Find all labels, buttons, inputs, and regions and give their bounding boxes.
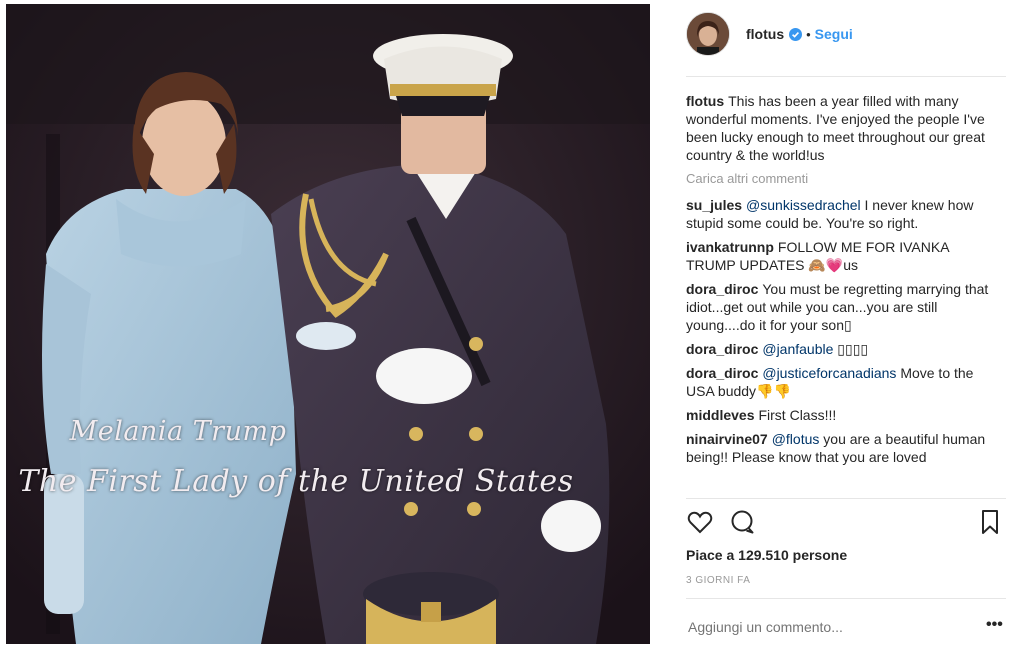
footer-divider xyxy=(686,598,1006,599)
post-author-username[interactable]: flotus xyxy=(746,26,784,42)
list-item: dora_diroc @justiceforcanadians Move to t… xyxy=(686,364,998,400)
likes-count[interactable]: Piace a 129.510 persone xyxy=(686,547,847,563)
avatar-image xyxy=(687,13,729,55)
bookmark-icon[interactable] xyxy=(976,508,1004,536)
comment-mention[interactable]: @janfauble xyxy=(762,341,833,357)
add-comment-input[interactable] xyxy=(686,618,990,636)
comment-username[interactable]: dora_diroc xyxy=(686,341,758,357)
comment-text: ▯▯▯▯ xyxy=(837,341,869,357)
caption-username[interactable]: flotus xyxy=(686,93,724,109)
post-side-panel: flotus • Segui flotus This has been a yea… xyxy=(658,0,1010,650)
header-separator: • xyxy=(806,26,811,42)
speech-bubble-icon[interactable] xyxy=(728,508,756,536)
comment-username[interactable]: ninairvine07 xyxy=(686,431,768,447)
heart-outline-icon[interactable] xyxy=(686,508,714,536)
list-item: ninairvine07 @flotus you are a beautiful … xyxy=(686,430,998,466)
verified-badge-icon xyxy=(789,27,803,41)
list-item: ivankatrunnp FOLLOW ME FOR IVANKA TRUMP U… xyxy=(686,238,998,274)
photo-caption-title: The First Lady of the United States xyxy=(18,464,574,499)
post-caption: flotus This has been a year filled with m… xyxy=(686,92,998,164)
comment-mention[interactable]: @flotus xyxy=(772,431,820,447)
post-photo[interactable]: Melania Trump The First Lady of the Unit… xyxy=(6,4,650,644)
avatar[interactable] xyxy=(686,12,730,56)
list-item: dora_diroc You must be regretting marryin… xyxy=(686,280,998,334)
comment-text: First Class!!! xyxy=(758,407,837,423)
more-options-button[interactable]: ••• xyxy=(986,616,1003,634)
post-actions xyxy=(686,508,1006,538)
post-date[interactable]: 3 GIORNI FA xyxy=(686,575,750,586)
photo-caption-name: Melania Trump xyxy=(69,416,287,447)
comments-list[interactable]: flotus This has been a year filled with m… xyxy=(686,92,998,494)
caption-text: This has been a year filled with many wo… xyxy=(686,93,985,163)
list-item: dora_diroc @janfauble ▯▯▯▯ xyxy=(686,340,998,358)
post-header: flotus • Segui xyxy=(686,12,1006,56)
comments-divider xyxy=(686,498,1006,499)
list-item: middleves First Class!!! xyxy=(686,406,998,424)
comment-mention[interactable]: @sunkissedrachel xyxy=(746,197,861,213)
comment-username[interactable]: su_jules xyxy=(686,197,742,213)
comment-mention[interactable]: @justiceforcanadians xyxy=(762,365,896,381)
comment-username[interactable]: dora_diroc xyxy=(686,281,758,297)
follow-button[interactable]: Segui xyxy=(815,26,853,42)
header-divider xyxy=(686,76,1006,77)
comment-username[interactable]: middleves xyxy=(686,407,754,423)
comment-username[interactable]: dora_diroc xyxy=(686,365,758,381)
comment-username[interactable]: ivankatrunnp xyxy=(686,239,774,255)
load-more-comments-button[interactable]: Carica altri commenti xyxy=(686,170,998,188)
photo-illustration xyxy=(6,4,650,644)
list-item: su_jules @sunkissedrachel I never knew ho… xyxy=(686,196,998,232)
